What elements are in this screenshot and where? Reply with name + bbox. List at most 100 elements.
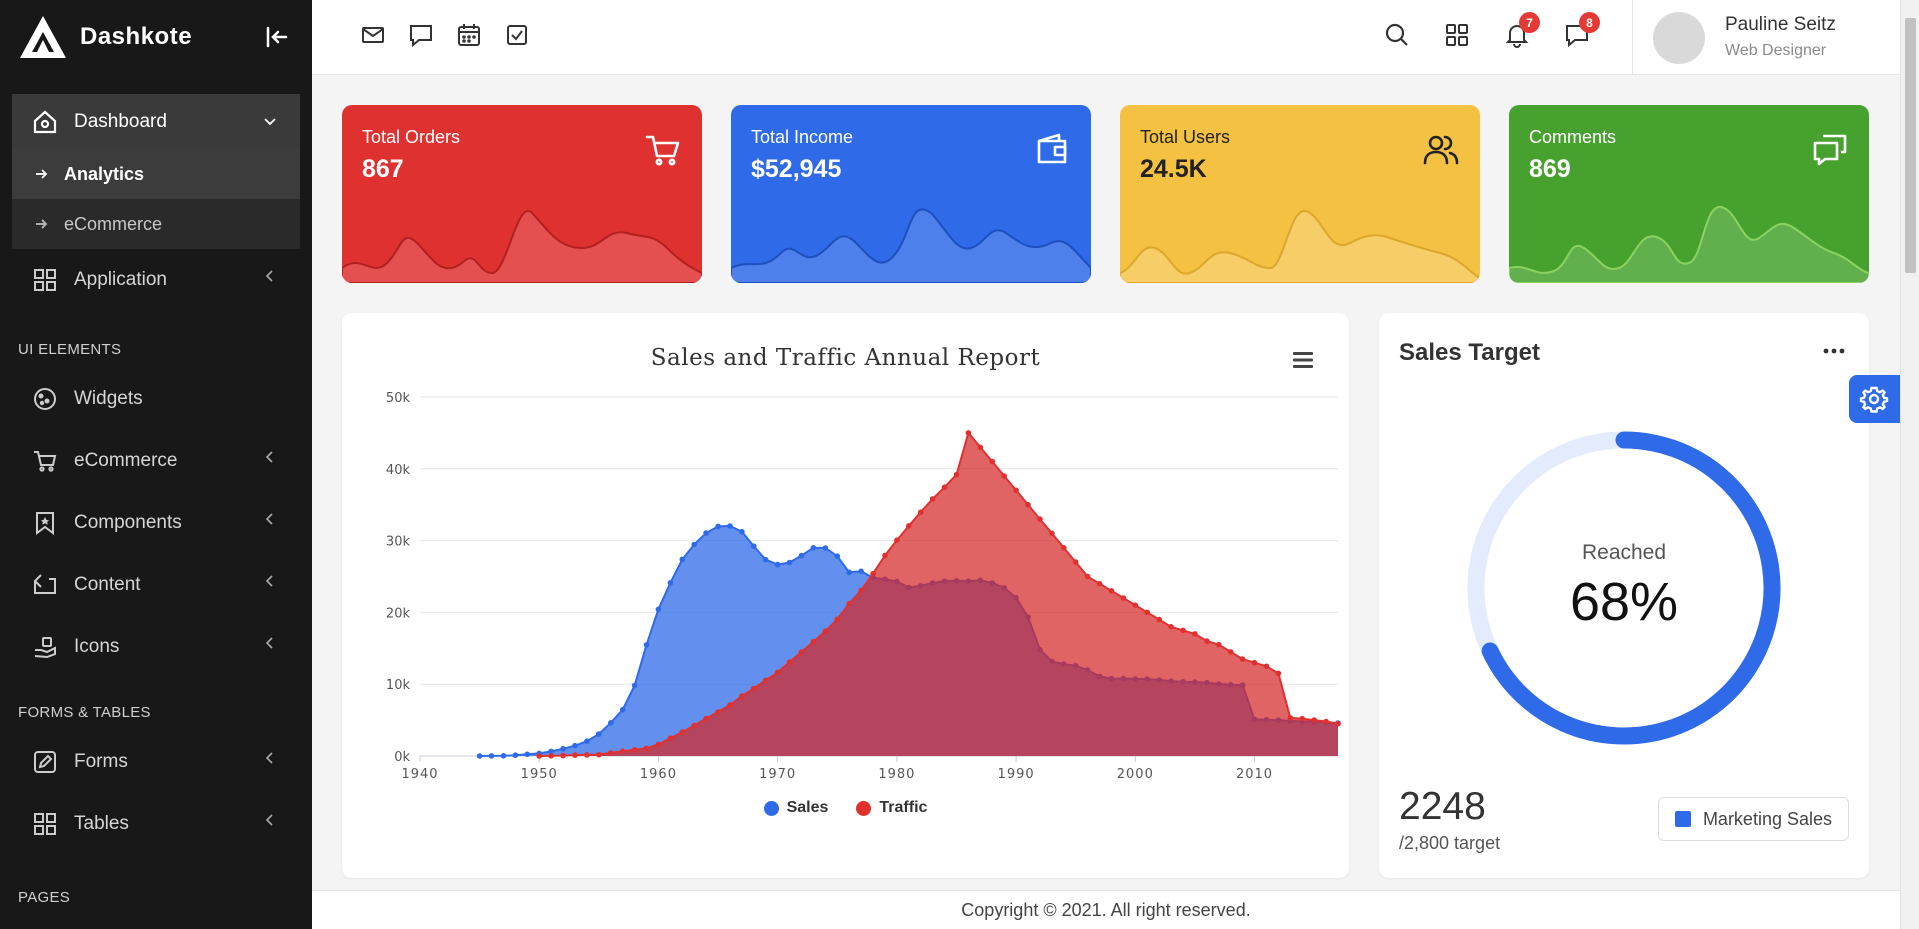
data-point bbox=[715, 709, 721, 715]
marketing-sales-button[interactable]: Marketing Sales bbox=[1657, 797, 1849, 841]
collapse-sidebar-icon[interactable] bbox=[264, 24, 290, 50]
notifications-button[interactable]: 7 bbox=[1504, 12, 1540, 48]
data-point bbox=[1144, 609, 1150, 616]
data-point bbox=[751, 685, 757, 692]
sidebar-item-label: eCommerce bbox=[74, 450, 178, 471]
avatar bbox=[1653, 12, 1705, 64]
data-point bbox=[596, 751, 602, 758]
sidebar-item-widgets[interactable]: Widgets bbox=[12, 368, 300, 430]
data-point bbox=[977, 444, 984, 451]
sidebar-item-content[interactable]: Content bbox=[12, 554, 300, 616]
data-point bbox=[1061, 545, 1067, 551]
data-point bbox=[488, 753, 495, 759]
data-point bbox=[762, 556, 769, 563]
stat-card-comments: Comments 869 bbox=[1509, 105, 1869, 283]
settings-button[interactable] bbox=[1849, 375, 1900, 423]
data-point bbox=[846, 569, 852, 576]
data-point bbox=[1227, 649, 1234, 655]
sidebar-subitem-ecommerce[interactable]: eCommerce bbox=[12, 199, 300, 249]
data-point bbox=[608, 750, 614, 756]
sidebar-item-tables[interactable]: Tables bbox=[12, 793, 300, 855]
data-point bbox=[1120, 595, 1127, 601]
legend-square bbox=[1674, 811, 1691, 827]
data-point bbox=[941, 484, 948, 490]
chevron-left-icon bbox=[265, 513, 273, 525]
data-point bbox=[655, 741, 662, 748]
x-tick-label: 1940 bbox=[401, 767, 438, 782]
data-point bbox=[1084, 573, 1091, 580]
calendar-icon[interactable] bbox=[456, 22, 482, 48]
checkbox-icon[interactable] bbox=[504, 22, 530, 48]
chat-icon[interactable] bbox=[408, 22, 434, 48]
mail-icon[interactable] bbox=[360, 22, 386, 48]
reached-label: Reached bbox=[1581, 541, 1667, 564]
data-point bbox=[1239, 656, 1246, 662]
legend-item-sales[interactable]: Sales bbox=[763, 799, 828, 817]
data-point bbox=[751, 543, 757, 549]
stat-card-total-users: Total Users 24.5K bbox=[1120, 105, 1480, 283]
data-point bbox=[560, 746, 566, 752]
sidebar-item-label: Application bbox=[74, 269, 167, 290]
data-point bbox=[1216, 641, 1222, 648]
y-tick-label: 50k bbox=[386, 391, 411, 406]
data-point bbox=[786, 659, 793, 665]
sidebar-item-dashboard[interactable]: Dashboard bbox=[12, 94, 300, 149]
search-icon[interactable] bbox=[1384, 22, 1410, 48]
data-point bbox=[1001, 473, 1007, 479]
chart-legend: Sales Traffic bbox=[342, 799, 1349, 817]
data-point bbox=[1335, 720, 1341, 727]
stat-label: Total Orders bbox=[362, 127, 461, 147]
data-point bbox=[1168, 624, 1174, 630]
stat-value: 867 bbox=[362, 155, 404, 183]
messages-button[interactable]: 8 bbox=[1564, 12, 1600, 48]
data-point bbox=[584, 738, 590, 744]
data-point bbox=[846, 600, 852, 607]
x-tick-label: 1990 bbox=[998, 767, 1035, 782]
sidebar-ui-list: Widgets eCommerce Components Content Ico… bbox=[12, 368, 300, 678]
sidebar-item-label: Content bbox=[74, 574, 141, 595]
chevron-left-icon bbox=[265, 270, 273, 282]
data-point bbox=[1025, 501, 1031, 508]
sidebar-subitem-analytics[interactable]: Analytics bbox=[12, 149, 300, 199]
data-point bbox=[762, 677, 769, 684]
notifications-badge: 7 bbox=[1519, 12, 1540, 33]
topbar: 7 8 Pauline Seitz Web Designer bbox=[312, 0, 1900, 75]
apps-grid-icon[interactable] bbox=[1444, 22, 1470, 48]
data-point bbox=[1049, 530, 1055, 537]
data-point bbox=[858, 568, 864, 575]
legend-item-traffic[interactable]: Traffic bbox=[856, 799, 927, 817]
footer: Copyright © 2021. All right reserved. bbox=[312, 890, 1900, 929]
sidebar-item-ecommerce[interactable]: eCommerce bbox=[12, 430, 300, 492]
stat-card-total-orders: Total Orders 867 bbox=[342, 105, 702, 283]
data-point bbox=[1096, 580, 1103, 587]
data-point bbox=[572, 752, 578, 758]
stat-label: Total Income bbox=[751, 127, 854, 147]
user-menu[interactable]: Pauline Seitz Web Designer bbox=[1632, 0, 1900, 75]
data-point bbox=[798, 552, 805, 559]
data-point bbox=[1323, 718, 1329, 725]
sidebar-item-application[interactable]: Application bbox=[12, 249, 300, 311]
data-point bbox=[834, 553, 841, 559]
data-point bbox=[834, 616, 841, 622]
wallet-icon bbox=[1037, 133, 1067, 164]
data-point bbox=[619, 706, 626, 713]
data-point bbox=[1072, 559, 1079, 565]
sidebar-item-label: Dashboard bbox=[74, 110, 167, 132]
data-point bbox=[643, 642, 650, 648]
data-point bbox=[1311, 717, 1317, 723]
scrollbar-thumb[interactable] bbox=[1905, 18, 1916, 273]
cookie-icon bbox=[34, 388, 56, 410]
section-label-ui-elements: UI ELEMENTS bbox=[18, 341, 122, 358]
data-point bbox=[858, 587, 864, 594]
data-point bbox=[1263, 663, 1270, 670]
data-point bbox=[798, 649, 805, 655]
sidebar-item-components[interactable]: Components bbox=[12, 492, 300, 554]
sidebar-item-forms[interactable]: Forms bbox=[12, 731, 300, 793]
data-point bbox=[1192, 631, 1198, 637]
data-point bbox=[584, 752, 590, 758]
sidebar-item-icons[interactable]: Icons bbox=[12, 616, 300, 678]
more-options-icon[interactable] bbox=[1821, 343, 1847, 359]
messages-badge: 8 bbox=[1579, 12, 1600, 33]
page-scrollbar[interactable] bbox=[1900, 0, 1919, 929]
x-tick-label: 1960 bbox=[640, 767, 677, 782]
